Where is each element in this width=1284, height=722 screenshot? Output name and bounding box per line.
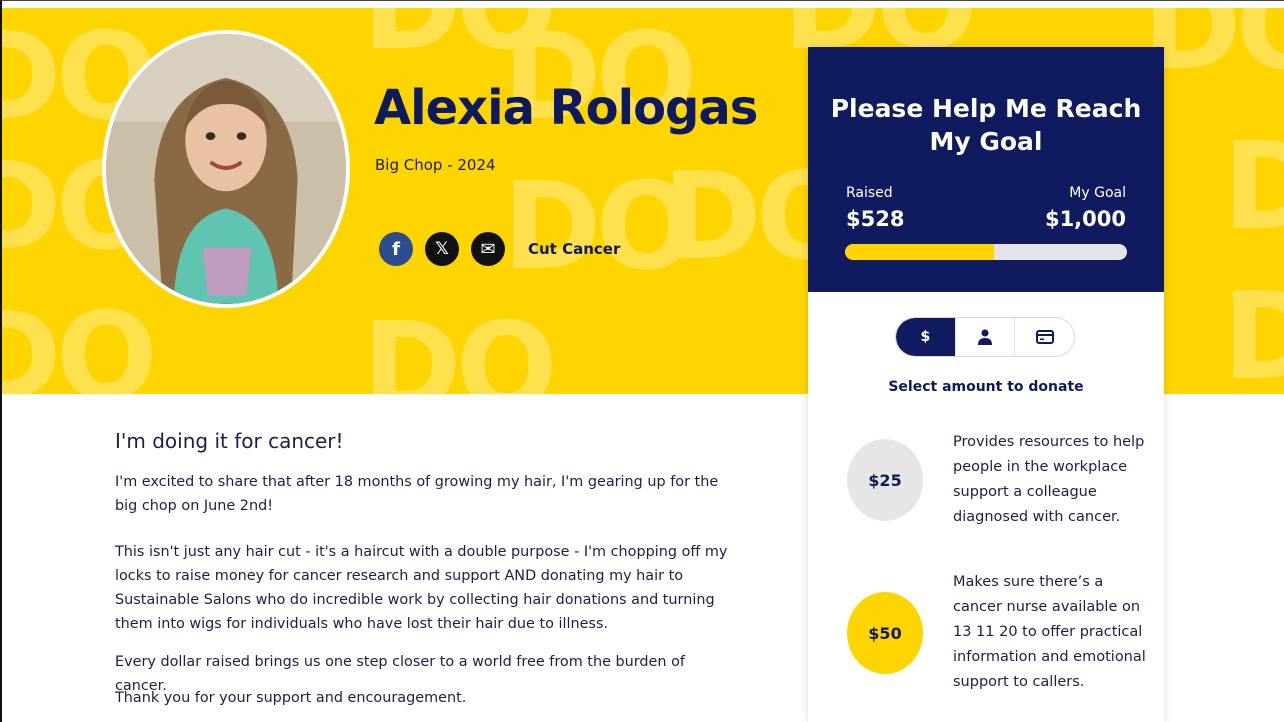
do-pattern-mark: DO (1222, 118, 1284, 257)
tab-card[interactable] (1014, 318, 1074, 356)
facebook-icon: f (392, 238, 400, 260)
donation-type-tabs: $ (895, 317, 1075, 357)
amount-value: $25 (868, 470, 902, 490)
do-pattern-mark: DO (362, 298, 558, 395)
envelope-icon: ✉ (480, 238, 496, 260)
goal-label: My Goal (1069, 185, 1126, 201)
select-amount-label: Select amount to donate (888, 379, 1084, 395)
raised-amount: $528 (846, 207, 905, 231)
tab-person[interactable] (954, 318, 1015, 356)
progress-bar (845, 244, 1127, 260)
team-link[interactable]: Cut Cancer (528, 240, 620, 258)
do-pattern-mark: DO (1222, 268, 1284, 395)
profile-photo-image (106, 34, 346, 304)
fundraiser-name: Alexia Rologas (374, 80, 758, 136)
x-icon: 𝕏 (435, 239, 449, 259)
profile-photo (102, 30, 350, 308)
goal-summary: Please Help Me Reach My Goal Raised $528… (808, 47, 1164, 292)
dollar-icon: $ (920, 329, 931, 345)
goal-title: Please Help Me Reach My Goal (830, 94, 1142, 156)
facebook-share-button[interactable]: f (379, 232, 413, 266)
amount-description: Provides resources to help people in the… (953, 434, 1145, 525)
email-share-button[interactable]: ✉ (471, 232, 505, 266)
do-pattern-mark: DO (362, 8, 558, 68)
credit-card-icon (1035, 330, 1054, 344)
story-paragraph: This isn't just any hair cut - it's a ha… (115, 544, 728, 632)
progress-bar-fill (845, 244, 994, 260)
x-share-button[interactable]: 𝕏 (425, 232, 459, 266)
goal-amount: $1,000 (1044, 207, 1126, 231)
amount-description: Makes sure there’s a cancer nurse availa… (953, 574, 1146, 690)
donation-panel: Please Help Me Reach My Goal Raised $528… (808, 47, 1164, 722)
story-paragraph: Thank you for your support and encourage… (115, 690, 467, 706)
event-name: Big Chop - 2024 (375, 156, 496, 174)
person-icon (978, 329, 992, 345)
amount-option-50[interactable]: $50 (847, 592, 923, 674)
do-pattern-mark: DO (2, 288, 158, 395)
amount-value: $50 (868, 623, 902, 643)
tab-dollar[interactable]: $ (896, 318, 955, 356)
raised-label: Raised (846, 185, 893, 201)
amount-option-25[interactable]: $25 (847, 439, 923, 521)
do-pattern-mark: DO (502, 158, 698, 297)
story-paragraph: I'm excited to share that after 18 month… (115, 474, 719, 514)
story-title: I'm doing it for cancer! (115, 429, 344, 453)
